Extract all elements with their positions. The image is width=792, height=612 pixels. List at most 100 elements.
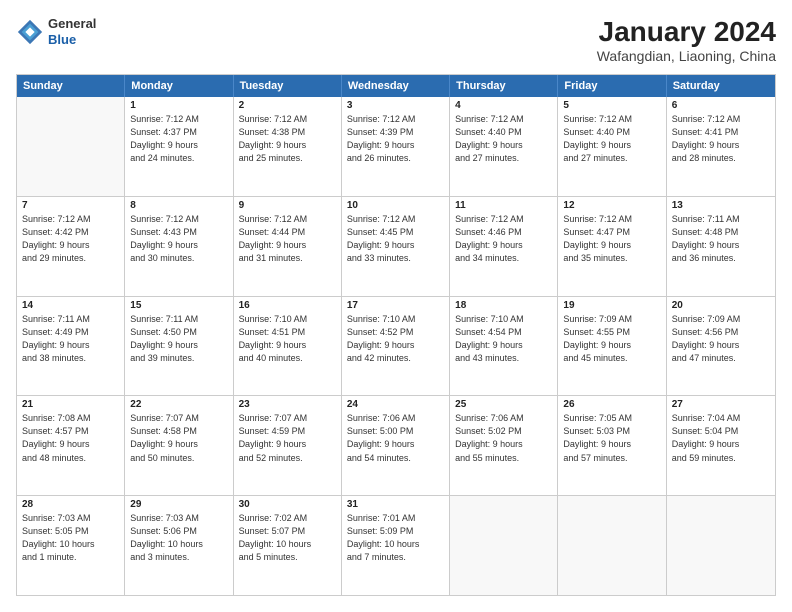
cell-line: Sunset: 5:09 PM (347, 525, 444, 538)
calendar-row: 28Sunrise: 7:03 AMSunset: 5:05 PMDayligh… (17, 495, 775, 595)
cell-line: and 27 minutes. (455, 152, 552, 165)
month-year: January 2024 (597, 16, 776, 48)
cell-line: and 59 minutes. (672, 452, 770, 465)
day-number: 26 (563, 399, 660, 410)
logo-icon (16, 18, 44, 46)
cell-line: Sunset: 4:50 PM (130, 326, 227, 339)
cell-line: Sunset: 4:37 PM (130, 126, 227, 139)
cell-line: Daylight: 9 hours (672, 139, 770, 152)
cell-line: Daylight: 9 hours (239, 139, 336, 152)
cell-line: Sunrise: 7:11 AM (130, 313, 227, 326)
cell-line: Daylight: 9 hours (563, 239, 660, 252)
cell-line: Sunrise: 7:12 AM (563, 113, 660, 126)
day-number: 11 (455, 200, 552, 211)
calendar-cell (558, 496, 666, 595)
day-number: 16 (239, 300, 336, 311)
calendar-cell: 6Sunrise: 7:12 AMSunset: 4:41 PMDaylight… (667, 97, 775, 196)
cell-line: and 38 minutes. (22, 352, 119, 365)
cell-line: Daylight: 9 hours (347, 438, 444, 451)
calendar-cell: 10Sunrise: 7:12 AMSunset: 4:45 PMDayligh… (342, 197, 450, 296)
weekday-header: Tuesday (234, 75, 342, 97)
calendar: SundayMondayTuesdayWednesdayThursdayFrid… (16, 74, 776, 596)
cell-line: Daylight: 9 hours (563, 139, 660, 152)
cell-line: Sunset: 4:40 PM (455, 126, 552, 139)
calendar-cell: 9Sunrise: 7:12 AMSunset: 4:44 PMDaylight… (234, 197, 342, 296)
cell-line: Sunrise: 7:09 AM (672, 313, 770, 326)
cell-line: Sunset: 4:57 PM (22, 425, 119, 438)
calendar-header: SundayMondayTuesdayWednesdayThursdayFrid… (17, 75, 775, 97)
day-number: 8 (130, 200, 227, 211)
weekday-header: Thursday (450, 75, 558, 97)
logo-blue: Blue (48, 32, 96, 48)
cell-line: Sunrise: 7:04 AM (672, 412, 770, 425)
day-number: 24 (347, 399, 444, 410)
calendar-row: 14Sunrise: 7:11 AMSunset: 4:49 PMDayligh… (17, 296, 775, 396)
cell-line: Sunset: 5:06 PM (130, 525, 227, 538)
cell-line: Sunrise: 7:12 AM (455, 113, 552, 126)
cell-line: Sunset: 5:07 PM (239, 525, 336, 538)
calendar-cell: 19Sunrise: 7:09 AMSunset: 4:55 PMDayligh… (558, 297, 666, 396)
weekday-header: Wednesday (342, 75, 450, 97)
day-number: 23 (239, 399, 336, 410)
day-number: 14 (22, 300, 119, 311)
title-block: January 2024 Wafangdian, Liaoning, China (597, 16, 776, 64)
cell-line: Sunset: 5:02 PM (455, 425, 552, 438)
day-number: 17 (347, 300, 444, 311)
day-number: 30 (239, 499, 336, 510)
cell-line: and 33 minutes. (347, 252, 444, 265)
weekday-header: Sunday (17, 75, 125, 97)
cell-line: Daylight: 9 hours (672, 239, 770, 252)
calendar-cell: 5Sunrise: 7:12 AMSunset: 4:40 PMDaylight… (558, 97, 666, 196)
cell-line: Daylight: 9 hours (563, 438, 660, 451)
cell-line: Sunset: 4:39 PM (347, 126, 444, 139)
cell-line: Sunrise: 7:11 AM (22, 313, 119, 326)
cell-line: Sunrise: 7:05 AM (563, 412, 660, 425)
cell-line: Sunrise: 7:03 AM (22, 512, 119, 525)
cell-line: Sunrise: 7:07 AM (239, 412, 336, 425)
cell-line: Sunrise: 7:10 AM (347, 313, 444, 326)
cell-line: Sunrise: 7:02 AM (239, 512, 336, 525)
cell-line: Daylight: 10 hours (239, 538, 336, 551)
day-number: 19 (563, 300, 660, 311)
cell-line: and 36 minutes. (672, 252, 770, 265)
cell-line: Daylight: 9 hours (22, 438, 119, 451)
calendar-cell: 30 Sunrise: 7:02 AMSunset: 5:07 PMDayligh… (234, 496, 342, 595)
calendar-cell: 7Sunrise: 7:12 AMSunset: 4:42 PMDaylight… (17, 197, 125, 296)
cell-line: and 24 minutes. (130, 152, 227, 165)
calendar-cell: 3Sunrise: 7:12 AMSunset: 4:39 PMDaylight… (342, 97, 450, 196)
cell-line: Daylight: 9 hours (347, 139, 444, 152)
calendar-cell: 27Sunrise: 7:04 AMSunset: 5:04 PMDayligh… (667, 396, 775, 495)
cell-line: Sunrise: 7:06 AM (347, 412, 444, 425)
day-number: 5 (563, 100, 660, 111)
cell-line: Sunrise: 7:09 AM (563, 313, 660, 326)
day-number: 9 (239, 200, 336, 211)
calendar-cell: 21Sunrise: 7:08 AMSunset: 4:57 PMDayligh… (17, 396, 125, 495)
cell-line: and 52 minutes. (239, 452, 336, 465)
logo-text: General Blue (48, 16, 96, 47)
weekday-header: Saturday (667, 75, 775, 97)
cell-line: Daylight: 10 hours (22, 538, 119, 551)
cell-line: Sunrise: 7:12 AM (22, 213, 119, 226)
calendar-cell: 25Sunrise: 7:06 AMSunset: 5:02 PMDayligh… (450, 396, 558, 495)
day-number: 7 (22, 200, 119, 211)
cell-line: Daylight: 9 hours (130, 139, 227, 152)
cell-line: Sunrise: 7:07 AM (130, 412, 227, 425)
weekday-header: Friday (558, 75, 666, 97)
logo: General Blue (16, 16, 96, 47)
cell-line: Sunset: 4:46 PM (455, 226, 552, 239)
calendar-cell: 23Sunrise: 7:07 AMSunset: 4:59 PMDayligh… (234, 396, 342, 495)
cell-line: Daylight: 9 hours (22, 239, 119, 252)
cell-line: and 50 minutes. (130, 452, 227, 465)
cell-line: Daylight: 9 hours (22, 339, 119, 352)
calendar-cell (450, 496, 558, 595)
calendar-cell (17, 97, 125, 196)
calendar-row: 21Sunrise: 7:08 AMSunset: 4:57 PMDayligh… (17, 395, 775, 495)
calendar-cell: 28Sunrise: 7:03 AMSunset: 5:05 PMDayligh… (17, 496, 125, 595)
cell-line: Daylight: 9 hours (130, 438, 227, 451)
cell-line: Sunrise: 7:03 AM (130, 512, 227, 525)
cell-line: and 28 minutes. (672, 152, 770, 165)
calendar-cell: 24Sunrise: 7:06 AMSunset: 5:00 PMDayligh… (342, 396, 450, 495)
calendar-cell: 17Sunrise: 7:10 AMSunset: 4:52 PMDayligh… (342, 297, 450, 396)
cell-line: Sunset: 4:51 PM (239, 326, 336, 339)
day-number: 12 (563, 200, 660, 211)
